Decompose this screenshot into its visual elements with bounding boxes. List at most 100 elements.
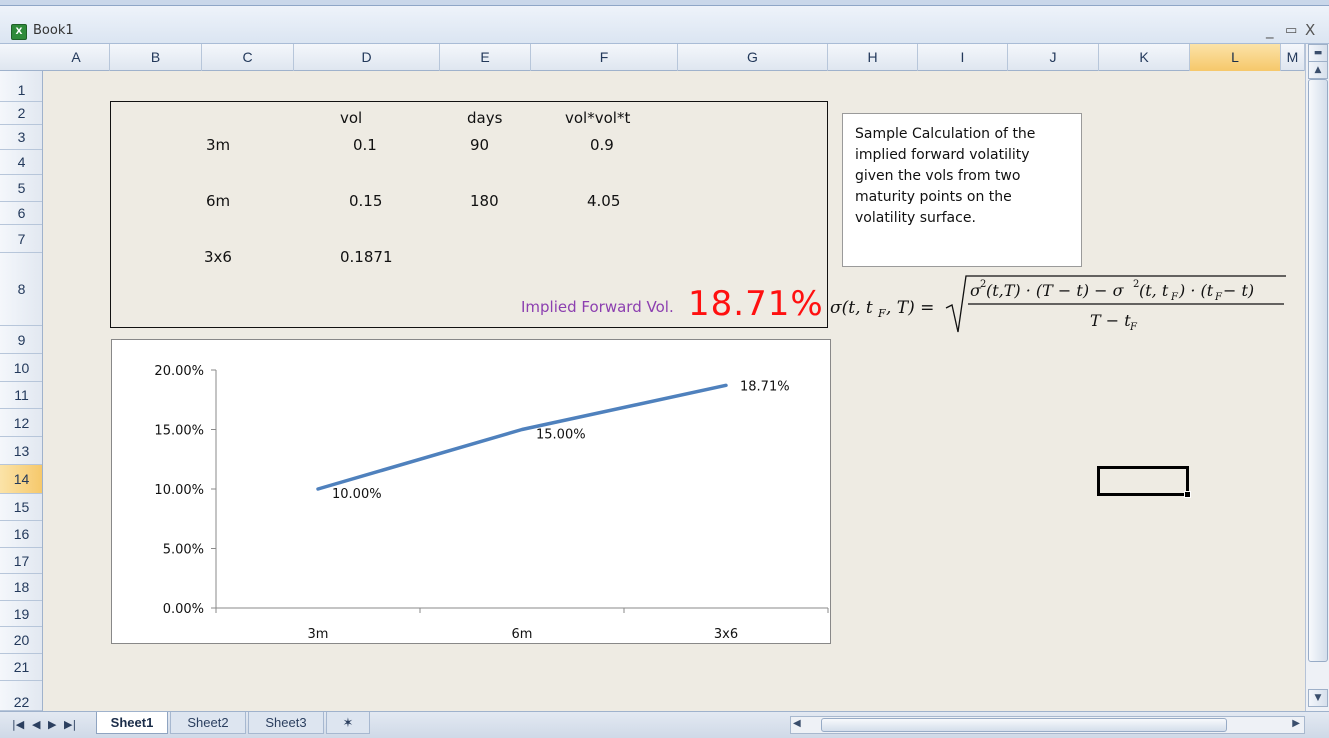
window-title: Book1 <box>33 23 74 38</box>
svg-text:F: F <box>877 307 886 320</box>
row-header[interactable]: 21 <box>0 654 42 681</box>
row-header[interactable]: 8 <box>0 253 42 326</box>
row-header[interactable]: 18 <box>0 574 42 601</box>
column-header-j[interactable]: J <box>1008 44 1099 71</box>
data-label: 18.71% <box>740 379 790 394</box>
vertical-scrollbar[interactable]: ▬ ▲ ▼ <box>1305 44 1329 711</box>
y-tick-label: 20.00% <box>154 364 204 379</box>
row-header[interactable]: 9 <box>0 326 42 354</box>
x-tick-label: 3x6 <box>714 627 738 642</box>
next-sheet-icon[interactable]: ▶ <box>48 718 56 731</box>
header-vol-vol-t[interactable]: vol*vol*t <box>565 109 630 127</box>
label-3m[interactable]: 3m <box>206 136 230 154</box>
row-header[interactable]: 19 <box>0 601 42 627</box>
row-header[interactable]: 14 <box>0 465 42 494</box>
scroll-up-icon[interactable]: ▲ <box>1308 61 1328 79</box>
fill-handle[interactable] <box>1184 491 1191 498</box>
svg-text:(t, t: (t, t <box>1139 281 1169 300</box>
y-tick-label: 10.00% <box>154 483 204 498</box>
last-sheet-icon[interactable]: ▶| <box>64 718 76 731</box>
svg-text:F: F <box>1170 292 1179 303</box>
row-header-column: 1 2 3 4 5 6 7 8 9 10 11 12 13 14 15 16 1… <box>0 71 43 711</box>
excel-icon[interactable]: X <box>11 24 27 40</box>
scroll-down-icon[interactable]: ▼ <box>1308 689 1328 707</box>
prev-sheet-icon[interactable]: ◀ <box>32 718 40 731</box>
row-header[interactable]: 10 <box>0 354 42 382</box>
column-header-h[interactable]: H <box>828 44 918 71</box>
implied-forward-vol-label[interactable]: Implied Forward Vol. <box>521 298 674 316</box>
row-header[interactable]: 13 <box>0 437 42 465</box>
column-header-m[interactable]: M <box>1281 44 1305 71</box>
x-tick-label: 3m <box>308 627 329 642</box>
row-header[interactable]: 17 <box>0 548 42 574</box>
row-header[interactable]: 20 <box>0 627 42 654</box>
data-label: 10.00% <box>332 487 382 502</box>
svg-text:− t): − t) <box>1223 281 1254 300</box>
varcalc-6m[interactable]: 4.05 <box>587 192 620 210</box>
header-vol[interactable]: vol <box>340 109 362 127</box>
implied-forward-vol-value[interactable]: 18.71% <box>688 284 824 324</box>
horizontal-scrollbar[interactable]: ◀ ▶ <box>790 716 1305 734</box>
row-header[interactable]: 1 <box>0 78 42 102</box>
header-days[interactable]: days <box>467 109 502 127</box>
horizontal-scroll-thumb[interactable] <box>821 718 1227 732</box>
scroll-right-icon[interactable]: ▶ <box>1292 718 1300 729</box>
column-header-b[interactable]: B <box>110 44 202 71</box>
svg-text:, T) =: , T) = <box>886 298 934 318</box>
column-header-c[interactable]: C <box>202 44 294 71</box>
svg-text:) · (t: ) · (t <box>1178 281 1214 300</box>
column-header-row: A B C D E F G H I J K L M <box>0 44 1329 71</box>
column-header-f[interactable]: F <box>531 44 678 71</box>
days-3m[interactable]: 90 <box>470 136 489 154</box>
column-header-l[interactable]: L <box>1190 44 1281 71</box>
column-header-i[interactable]: I <box>918 44 1008 71</box>
column-header-d[interactable]: D <box>294 44 440 71</box>
row-header[interactable]: 15 <box>0 494 42 521</box>
scroll-left-icon[interactable]: ◀ <box>793 718 801 729</box>
vertical-scroll-thumb[interactable] <box>1308 79 1328 662</box>
row-header[interactable]: 16 <box>0 521 42 548</box>
svg-text:T − t: T − t <box>1090 311 1131 330</box>
restore-button[interactable]: ▭ <box>1285 23 1297 38</box>
vol-3x6[interactable]: 0.1871 <box>340 248 393 266</box>
label-6m[interactable]: 6m <box>206 192 230 210</box>
svg-text:F: F <box>1214 292 1223 303</box>
split-box-icon[interactable]: ▬ <box>1308 44 1328 62</box>
minimize-button[interactable]: _ <box>1266 21 1274 39</box>
sheet-tab-bar: |◀ ◀ ▶ ▶| Sheet1 Sheet2 Sheet3 ✶ ◀ ▶ <box>0 711 1329 738</box>
row-header[interactable]: 4 <box>0 150 42 175</box>
active-cell-selection[interactable] <box>1097 466 1189 496</box>
vol-6m[interactable]: 0.15 <box>349 192 382 210</box>
note-textbox[interactable]: Sample Calculation of the implied forwar… <box>842 113 1082 267</box>
days-6m[interactable]: 180 <box>470 192 499 210</box>
tab-sheet2[interactable]: Sheet2 <box>170 712 246 734</box>
forward-vol-formula[interactable]: σ(t, t F , T) = σ 2 (t,T) · (T − t) − σ … <box>828 272 1288 342</box>
x-tick-label: 6m <box>512 627 533 642</box>
line-chart[interactable]: 0.00% 5.00% 10.00% 15.00% 20.00% 3m 6m 3x6 10.00… <box>111 339 831 644</box>
row-header[interactable]: 22 <box>0 681 42 711</box>
varcalc-3m[interactable]: 0.9 <box>590 136 614 154</box>
tab-sheet3[interactable]: Sheet3 <box>248 712 324 734</box>
row-header[interactable]: 11 <box>0 382 42 409</box>
insert-sheet-icon[interactable]: ✶ <box>326 712 370 734</box>
column-header-a[interactable]: A <box>43 44 110 71</box>
column-header-k[interactable]: K <box>1099 44 1190 71</box>
y-tick-label: 0.00% <box>163 602 204 617</box>
row-header[interactable]: 2 <box>0 102 42 125</box>
chart-canvas: 0.00% 5.00% 10.00% 15.00% 20.00% 3m 6m 3x6 10.00… <box>154 364 829 642</box>
vol-3m[interactable]: 0.1 <box>353 136 377 154</box>
tab-sheet1[interactable]: Sheet1 <box>96 712 168 734</box>
label-3x6[interactable]: 3x6 <box>204 248 232 266</box>
row-header[interactable]: 12 <box>0 409 42 437</box>
first-sheet-icon[interactable]: |◀ <box>12 718 24 731</box>
row-header[interactable]: 7 <box>0 225 42 253</box>
row-header[interactable]: 3 <box>0 125 42 150</box>
svg-text:F: F <box>1129 322 1138 333</box>
close-button[interactable]: X <box>1305 21 1315 39</box>
row-header[interactable]: 5 <box>0 175 42 202</box>
title-bar: X Book1 _ ▭ X <box>0 6 1329 44</box>
column-header-g[interactable]: G <box>678 44 828 71</box>
y-tick-label: 15.00% <box>154 424 204 439</box>
column-header-e[interactable]: E <box>440 44 531 71</box>
row-header[interactable]: 6 <box>0 202 42 225</box>
